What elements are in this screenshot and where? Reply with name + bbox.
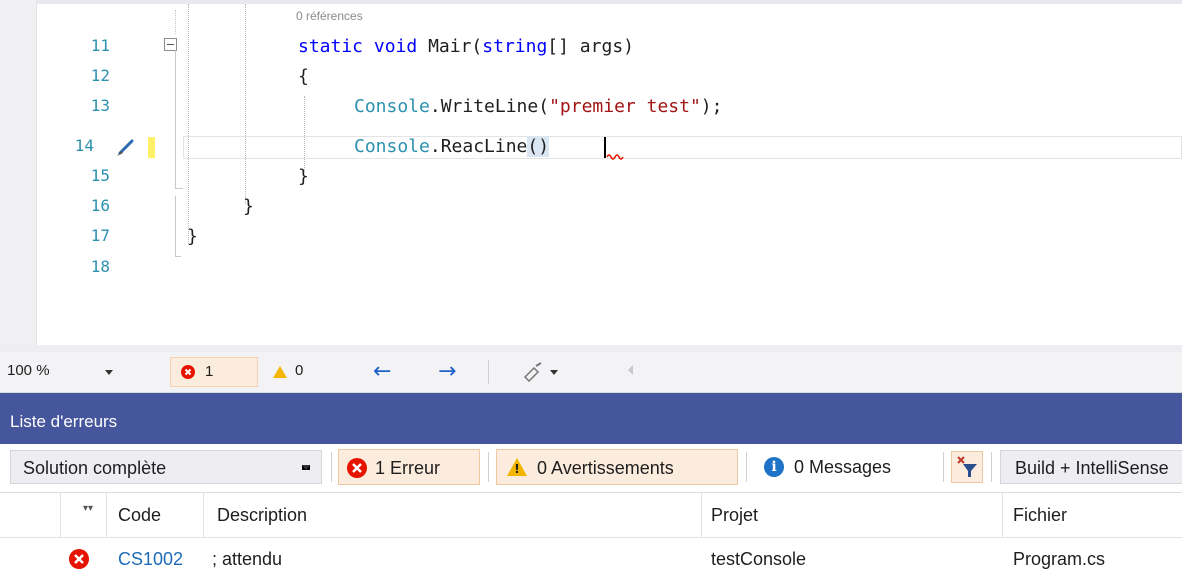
code-line-12[interactable]: { bbox=[298, 66, 309, 88]
scope-value: Solution complète bbox=[23, 458, 167, 478]
editor-bottom-border bbox=[0, 345, 1182, 352]
zoom-dropdown-icon[interactable] bbox=[105, 370, 113, 375]
type-name: Console bbox=[354, 96, 430, 117]
keyword: static bbox=[298, 36, 364, 57]
codelens-references[interactable]: 0 références bbox=[296, 9, 363, 23]
code-text: .ReacLine bbox=[429, 136, 528, 157]
code-text: .WriteLine( bbox=[429, 96, 550, 117]
error-project: testConsole bbox=[711, 549, 807, 569]
filter-icon[interactable] bbox=[951, 451, 983, 483]
error-table-header: ▾▾ Code Description Projet Fichier bbox=[0, 493, 1182, 538]
column-header-project[interactable]: Projet bbox=[711, 505, 758, 526]
error-count: 1 bbox=[205, 363, 214, 380]
messages-filter-label: 0 Messages bbox=[794, 457, 892, 477]
chevron-down-icon bbox=[302, 465, 310, 470]
column-divider bbox=[701, 493, 702, 537]
cleanup-brush-icon[interactable] bbox=[522, 362, 544, 382]
indent-guide bbox=[304, 96, 305, 172]
column-header-description[interactable]: Description bbox=[217, 505, 307, 526]
errors-filter-label: 1 Erreur bbox=[375, 458, 441, 478]
outline-line bbox=[175, 256, 181, 257]
panel-border bbox=[0, 393, 1182, 402]
code-text: [] args) bbox=[547, 36, 634, 57]
warnings-filter-button[interactable]: ! 0 Avertissements bbox=[496, 449, 738, 485]
warnings-filter-label: 0 Avertissements bbox=[537, 458, 674, 478]
line-number: 13 bbox=[90, 96, 110, 115]
column-divider bbox=[106, 493, 107, 537]
outline-line bbox=[175, 196, 176, 256]
scroll-left-icon[interactable] bbox=[628, 365, 633, 375]
column-divider bbox=[203, 493, 204, 537]
column-divider bbox=[60, 493, 61, 537]
separator bbox=[331, 452, 332, 482]
outline-line bbox=[175, 10, 176, 34]
indent-guide bbox=[245, 4, 246, 204]
separator bbox=[943, 452, 944, 482]
build-source-value: Build + IntelliSense bbox=[1015, 458, 1169, 478]
keyword: void bbox=[373, 36, 418, 57]
error-icon bbox=[347, 458, 367, 478]
separator bbox=[488, 452, 489, 482]
build-source-dropdown[interactable]: Build + IntelliSense bbox=[1000, 450, 1182, 484]
code-editor[interactable]: 0 références 11 12 13 14 15 16 17 18 sta… bbox=[0, 0, 1182, 352]
zoom-level[interactable]: 100 % bbox=[7, 362, 50, 379]
indent-guide bbox=[188, 4, 189, 244]
brush-icon[interactable] bbox=[114, 136, 136, 158]
errors-filter-button[interactable]: 1 Erreur bbox=[338, 449, 480, 485]
error-list-titlebar[interactable]: Liste d'erreurs bbox=[0, 402, 1182, 444]
error-icon bbox=[69, 549, 89, 569]
error-count-indicator[interactable]: 1 bbox=[170, 357, 258, 387]
scope-dropdown[interactable]: Solution complète bbox=[10, 450, 322, 484]
code-line-14[interactable]: Console.ReacLine() bbox=[354, 136, 550, 158]
current-line-highlight bbox=[183, 136, 1182, 159]
error-squiggle bbox=[606, 154, 624, 160]
code-line-13[interactable]: Console.WriteLine("premier test"); bbox=[354, 96, 722, 118]
code-line-11[interactable]: static void Mair(string[] args) bbox=[298, 36, 634, 58]
string-literal: "premier test" bbox=[549, 96, 701, 117]
warning-exclamation: ! bbox=[514, 462, 520, 476]
error-file: Program.cs bbox=[1013, 549, 1106, 569]
error-list-toolbar: Solution complète 1 Erreur ! 0 Avertisse… bbox=[0, 444, 1182, 493]
separator bbox=[991, 452, 992, 482]
line-number: 16 bbox=[90, 196, 110, 215]
line-number: 17 bbox=[90, 226, 110, 245]
code-line-16[interactable]: } bbox=[243, 196, 254, 218]
line-number: 11 bbox=[90, 36, 110, 55]
keyword: string bbox=[482, 36, 548, 57]
messages-filter-button[interactable]: i 0 Messages bbox=[754, 449, 934, 485]
back-arrow-icon[interactable]: ← bbox=[373, 361, 391, 383]
method-name: Mair( bbox=[417, 36, 483, 57]
separator bbox=[488, 360, 489, 384]
outline-line bbox=[175, 188, 183, 189]
sort-icon[interactable]: ▾▾ bbox=[83, 503, 93, 514]
code-line-17[interactable]: } bbox=[187, 226, 198, 248]
column-header-code[interactable]: Code bbox=[118, 505, 161, 526]
panel-title: Liste d'erreurs bbox=[10, 412, 118, 431]
error-code-link[interactable]: CS1002 bbox=[118, 549, 183, 570]
line-number: 14 bbox=[74, 136, 94, 155]
table-row[interactable]: CS1002 ; attendu testConsole Program.cs bbox=[0, 538, 1182, 580]
editor-left-margin bbox=[0, 0, 37, 352]
column-header-file[interactable]: Fichier bbox=[1013, 505, 1067, 526]
info-icon: i bbox=[764, 457, 784, 477]
line-number: 18 bbox=[90, 257, 110, 276]
line-number: 15 bbox=[90, 166, 110, 185]
cleanup-dropdown-icon[interactable] bbox=[550, 370, 558, 375]
code-line-15[interactable]: } bbox=[298, 166, 309, 188]
error-icon bbox=[181, 365, 195, 379]
code-text: ); bbox=[700, 96, 723, 117]
warning-count[interactable]: 0 bbox=[295, 362, 303, 379]
type-name: Console bbox=[354, 136, 430, 157]
separator bbox=[746, 452, 747, 482]
forward-arrow-icon[interactable]: → bbox=[438, 361, 456, 383]
line-number: 12 bbox=[90, 66, 110, 85]
column-divider bbox=[1002, 493, 1003, 537]
change-marker bbox=[148, 137, 155, 158]
editor-status-strip: 100 % 1 0 ← → bbox=[0, 352, 1182, 393]
warning-icon[interactable] bbox=[273, 366, 287, 378]
editor-top-border bbox=[0, 0, 1182, 4]
error-description: ; attendu bbox=[212, 549, 283, 569]
brace-match: () bbox=[527, 136, 550, 157]
outline-line bbox=[175, 50, 176, 188]
